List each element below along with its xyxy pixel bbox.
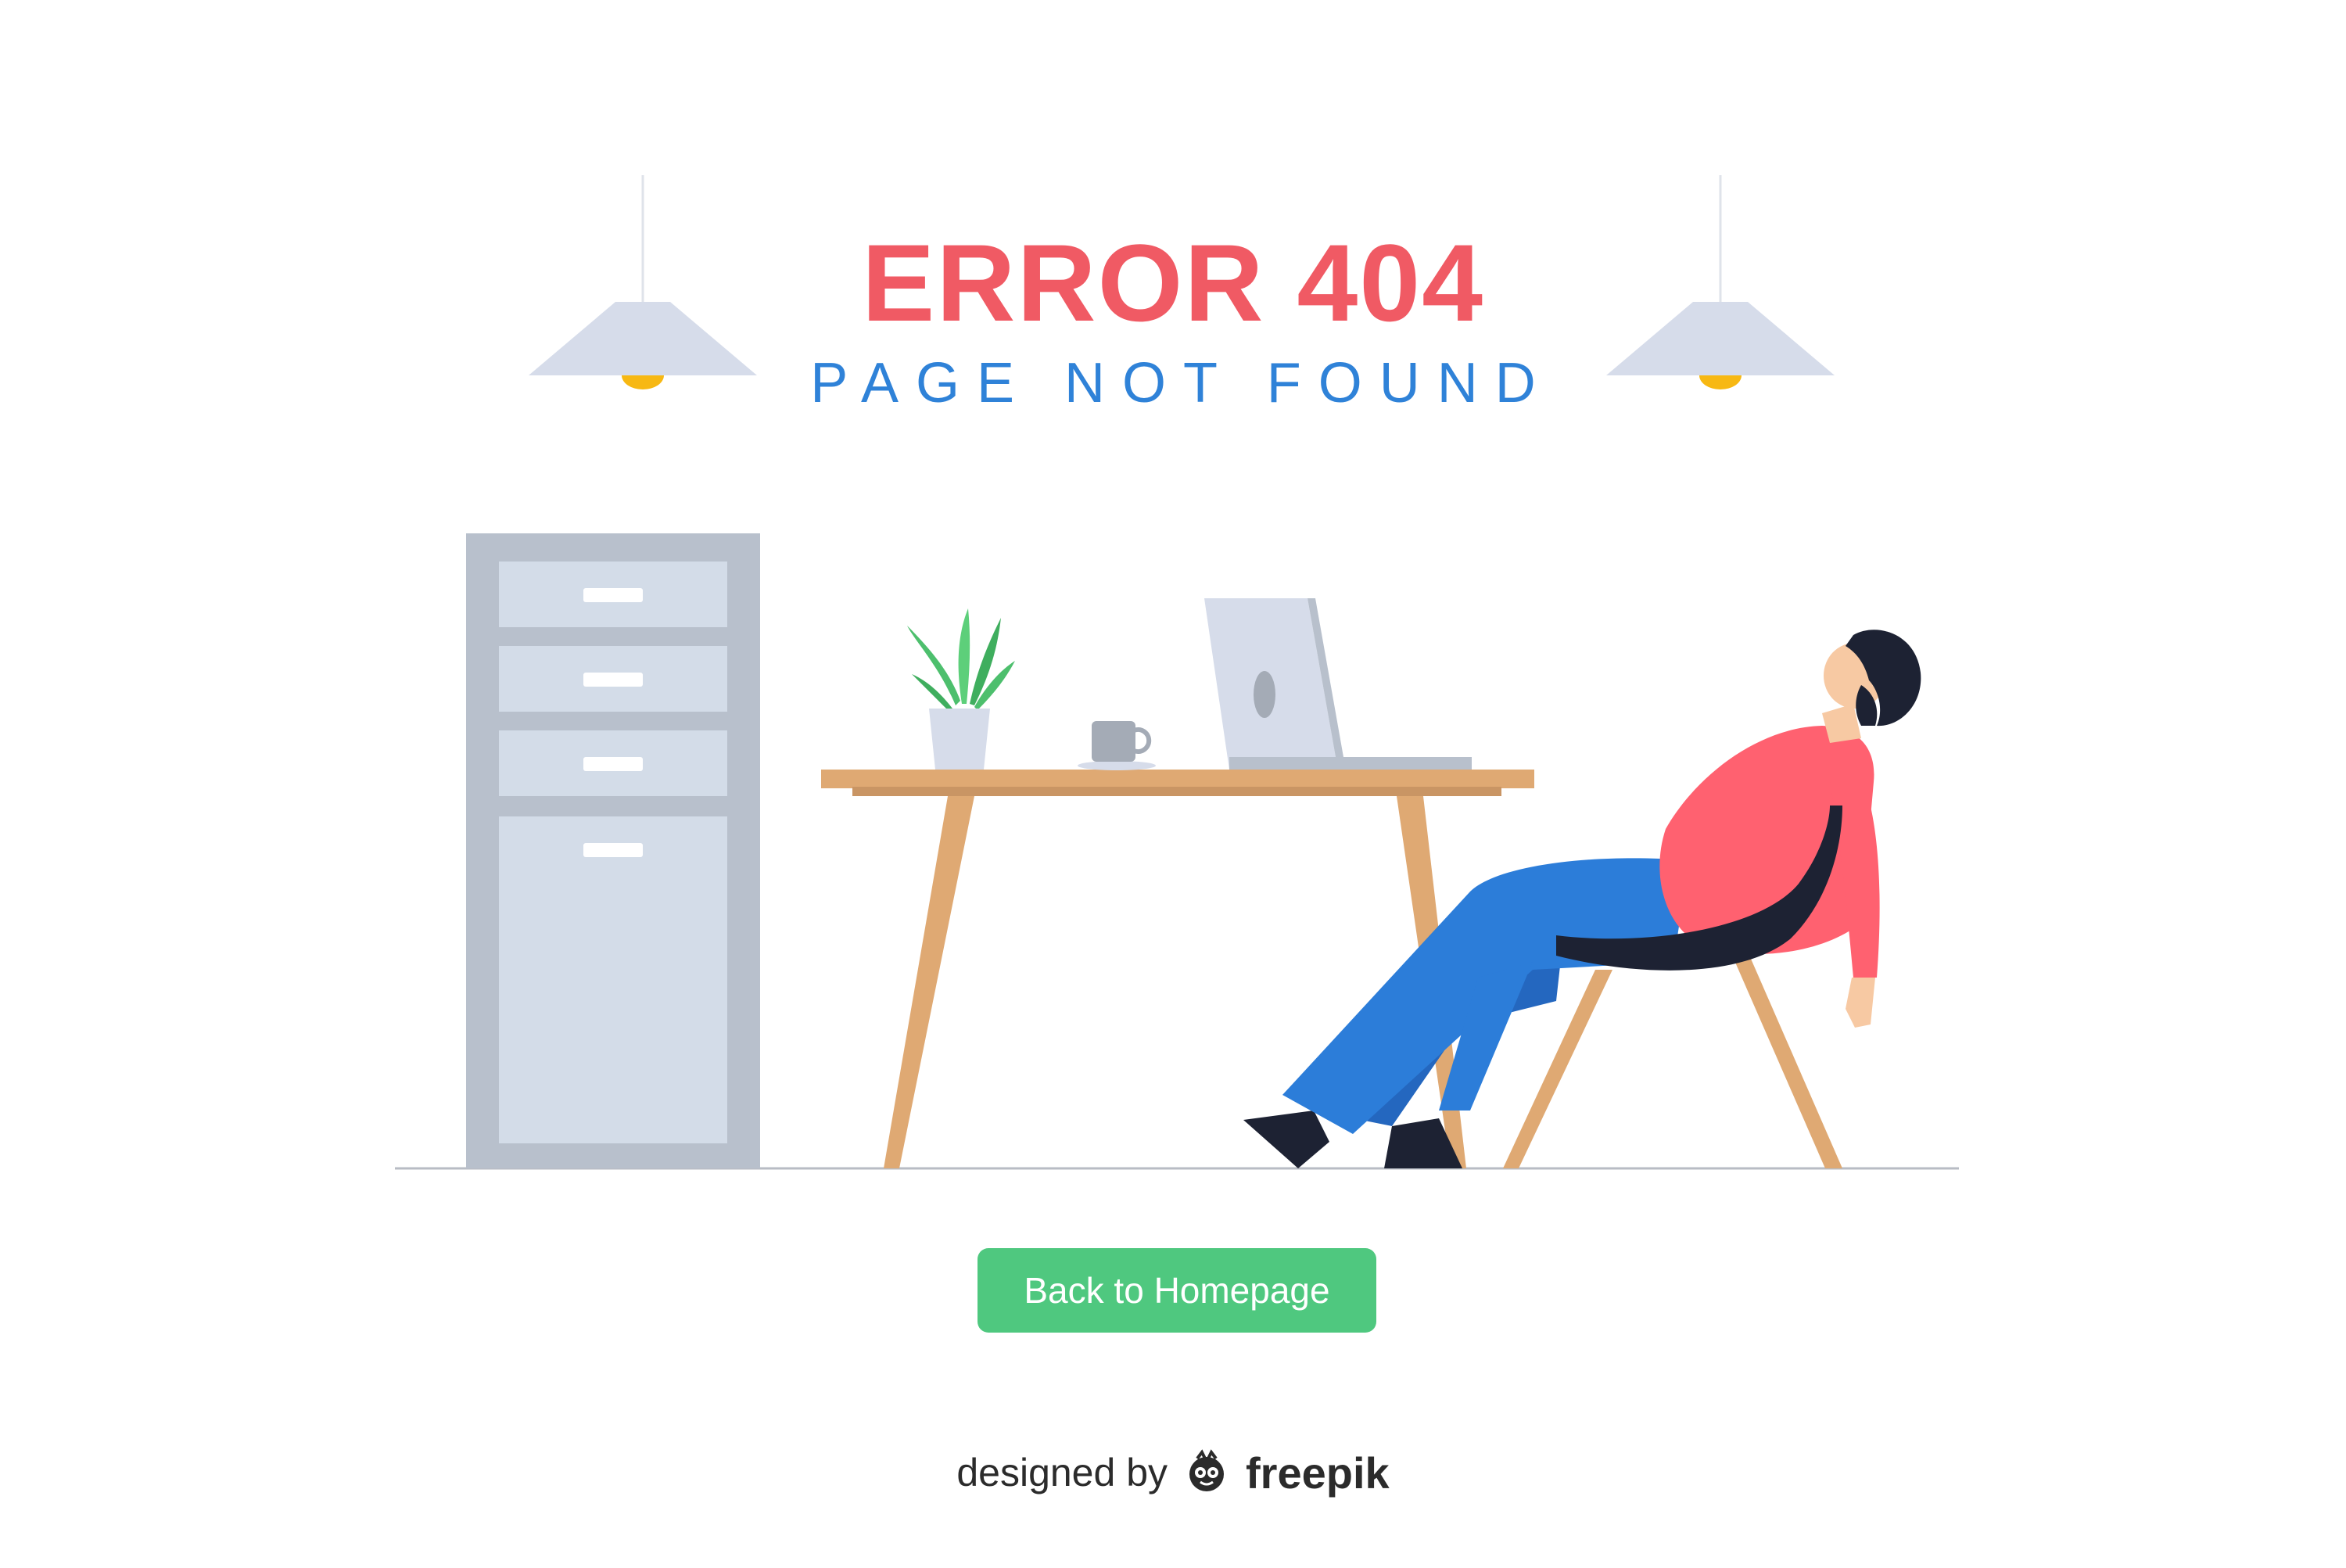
error-title: ERROR 404 (861, 221, 1485, 344)
freepik-logo-icon (1182, 1446, 1232, 1500)
potted-plant (907, 608, 1015, 770)
credit-prefix: designed by (956, 1451, 1168, 1494)
back-to-homepage-button[interactable]: Back to Homepage (978, 1248, 1376, 1333)
credit-brand[interactable]: freepik (1246, 1448, 1390, 1498)
error-404-scene: ERROR 404 PAGE NOT FOUND Back to Homepag… (0, 0, 2346, 1564)
coffee-cup (1078, 721, 1156, 770)
credit-line: designed by freepik (0, 1445, 2346, 1500)
error-subtitle: PAGE NOT FOUND (810, 352, 1553, 414)
filing-cabinet (466, 533, 760, 1168)
tired-person-in-chair (1243, 630, 1921, 1168)
laptop (1204, 598, 1472, 770)
